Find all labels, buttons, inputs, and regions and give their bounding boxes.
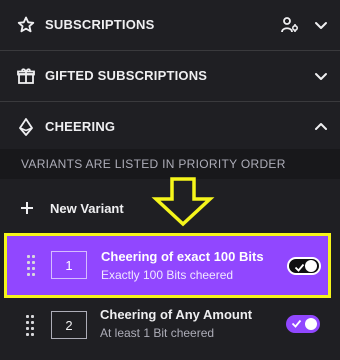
priority-hint: VARIANTS ARE LISTED IN PRIORITY ORDER <box>21 157 286 171</box>
bits-icon <box>19 118 33 136</box>
variant-title: Cheering of Any Amount <box>100 307 253 322</box>
drag-handle-icon[interactable] <box>27 255 37 277</box>
section-subscriptions[interactable]: SUBSCRIPTIONS <box>0 0 340 50</box>
person-settings-icon[interactable] <box>280 15 300 35</box>
variant-title: Cheering of exact 100 Bits <box>101 249 264 264</box>
variant-priority-number: 1 <box>51 251 87 279</box>
variant-subtitle: At least 1 Bit cheered <box>100 326 215 340</box>
variant-item[interactable]: 1 Cheering of exact 100 Bits Exactly 100… <box>4 233 331 298</box>
new-variant-label: New Variant <box>50 200 124 216</box>
star-icon <box>17 16 35 33</box>
variant-subtitle: Exactly 100 Bits cheered <box>101 268 234 282</box>
section-title-cheering: CHEERING <box>45 119 116 134</box>
check-icon <box>294 263 305 272</box>
section-title-subscriptions: SUBSCRIPTIONS <box>45 17 155 32</box>
new-variant-button[interactable]: New Variant <box>20 196 124 220</box>
arrow-down-icon <box>151 177 215 227</box>
section-cheering[interactable]: CHEERING <box>0 102 340 152</box>
variant-enable-toggle[interactable] <box>286 315 320 333</box>
check-icon <box>291 319 302 328</box>
variant-priority-number: 2 <box>51 311 87 339</box>
plus-icon <box>21 202 33 214</box>
chevron-down-icon[interactable] <box>312 16 330 34</box>
section-title-gifted: GIFTED SUBSCRIPTIONS <box>45 68 208 83</box>
chevron-up-icon[interactable] <box>312 118 330 136</box>
variant-item[interactable]: 2 Cheering of Any Amount At least 1 Bit … <box>0 298 340 358</box>
variant-enable-toggle[interactable] <box>287 257 321 275</box>
gift-icon <box>17 68 35 84</box>
drag-handle-icon[interactable] <box>26 315 36 337</box>
chevron-down-icon[interactable] <box>312 67 330 85</box>
section-gifted-subscriptions[interactable]: GIFTED SUBSCRIPTIONS <box>0 51 340 101</box>
